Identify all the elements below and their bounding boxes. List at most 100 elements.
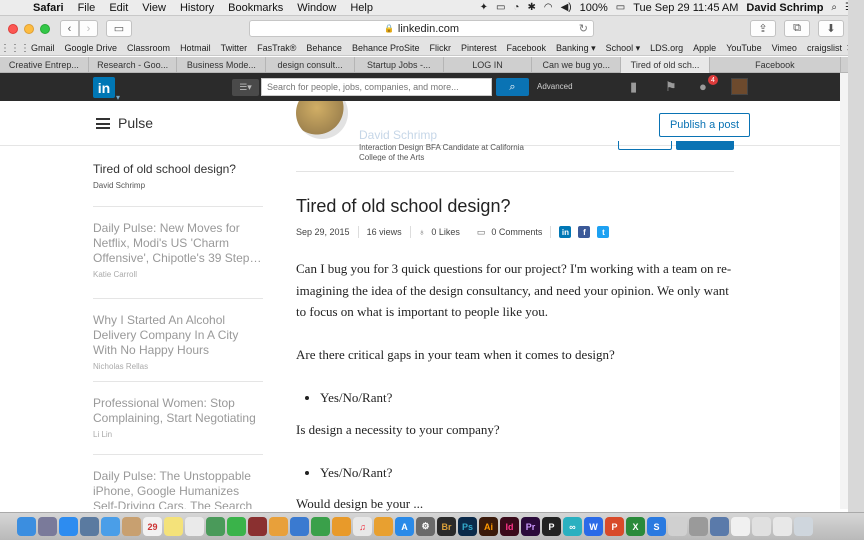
menu-user-name[interactable]: David Schrimp (746, 2, 823, 14)
bookmark-item[interactable]: Google Drive (60, 43, 123, 53)
forward-button[interactable]: › (79, 20, 98, 37)
contacts-icon[interactable] (122, 517, 141, 536)
illustrator-icon[interactable]: Ai (479, 517, 498, 536)
bookmark-item[interactable]: Flickr (424, 43, 456, 53)
bookmark-item[interactable]: Vimeo (767, 43, 802, 53)
finder-icon[interactable] (17, 517, 36, 536)
folder-stack-icon[interactable] (752, 517, 771, 536)
feed-item-title[interactable]: Tired of old school design? (93, 162, 263, 177)
bookmark-item[interactable]: YouTube (721, 43, 766, 53)
folder-stack-icon[interactable] (731, 517, 750, 536)
browser-tab[interactable]: Facebook (710, 57, 841, 73)
bookmark-item[interactable]: LDS.org (645, 43, 688, 53)
close-window-button[interactable] (8, 23, 18, 34)
dropbox-icon[interactable]: ✦ (480, 2, 488, 13)
author-name[interactable]: David Schrimp (359, 128, 437, 142)
excel-icon[interactable]: X (626, 517, 645, 536)
menu-help[interactable]: Help (343, 2, 380, 14)
like-icon[interactable]: ♁ (419, 227, 426, 237)
pulse-title[interactable]: Pulse (118, 115, 153, 131)
launchpad-icon[interactable] (38, 517, 57, 536)
notes-icon[interactable] (164, 517, 183, 536)
browser-tab[interactable]: design consult... (266, 57, 355, 73)
article-likes[interactable]: 0 Likes (431, 227, 460, 237)
bookmark-folder[interactable]: School ▾ (601, 43, 646, 54)
documents-stack-icon[interactable] (710, 517, 729, 536)
messages-app-icon[interactable] (101, 517, 120, 536)
bookmark-item[interactable]: Facebook (502, 43, 552, 53)
spotlight-icon[interactable]: ⌕ (831, 2, 837, 13)
publish-post-button[interactable]: Publish a post (659, 113, 750, 137)
safari-icon[interactable] (59, 517, 78, 536)
bookmark-item[interactable]: Behance ProSite (347, 43, 425, 53)
browser-tab-active[interactable]: Tired of old sch... (621, 57, 710, 73)
facetime-icon[interactable] (227, 517, 246, 536)
bookmark-item[interactable]: craigslist (802, 43, 847, 53)
folder-stack-icon[interactable] (773, 517, 792, 536)
bookmark-item[interactable]: Pinterest (456, 43, 502, 53)
system-preferences-icon[interactable]: ⚙ (416, 517, 435, 536)
pixate-icon[interactable]: P (542, 517, 561, 536)
premiere-icon[interactable]: Pr (521, 517, 540, 536)
messages-icon[interactable]: ▮ (630, 79, 637, 95)
facebook-share-icon[interactable]: f (578, 226, 591, 238)
bookmark-item[interactable]: FasTrak® (252, 43, 301, 53)
keynote-icon[interactable] (290, 517, 309, 536)
volume-icon[interactable]: ◀) (561, 2, 572, 13)
bluetooth-icon[interactable]: ✱ (527, 2, 535, 13)
downloads-button[interactable]: ⬇ (818, 20, 844, 37)
bookmark-item[interactable]: Hotmail (175, 43, 216, 53)
battery-icon[interactable]: ▭ (616, 2, 625, 13)
article-views[interactable]: 16 views (367, 227, 402, 237)
mail-icon[interactable] (80, 517, 99, 536)
author-photo[interactable] (296, 101, 348, 139)
follow-button[interactable] (676, 141, 734, 150)
airplay-icon[interactable]: ▭ (496, 2, 505, 13)
zoom-window-button[interactable] (40, 23, 50, 34)
menu-history[interactable]: History (173, 2, 221, 14)
menu-file[interactable]: File (71, 2, 103, 14)
browser-tab[interactable]: LOG IN (444, 57, 533, 73)
wifi-icon[interactable]: ◠ (544, 2, 553, 13)
linkedin-logo[interactable]: in (93, 77, 115, 98)
share-button[interactable]: ⇪ (750, 20, 776, 37)
feed-item-title[interactable]: Why I Started An Alcohol Delivery Compan… (93, 313, 263, 358)
time-machine-icon[interactable]: ◔ (513, 2, 519, 13)
feed-item-title[interactable]: Professional Women: Stop Complaining, St… (93, 396, 263, 426)
calendar-icon[interactable]: 29 (143, 517, 162, 536)
sketch-icon[interactable]: S (647, 517, 666, 536)
menu-bookmarks[interactable]: Bookmarks (221, 2, 290, 14)
arduino-icon[interactable]: ∞ (563, 517, 582, 536)
numbers-icon[interactable] (311, 517, 330, 536)
search-category-button[interactable]: ☰▾ (232, 79, 259, 96)
menu-window[interactable]: Window (290, 2, 343, 14)
menu-edit[interactable]: Edit (102, 2, 135, 14)
feed-item[interactable]: Daily Pulse: New Moves for Netflix, Modi… (93, 207, 263, 299)
comment-icon[interactable]: ▭ (477, 227, 486, 238)
feed-item[interactable]: Daily Pulse: The Unstoppable iPhone, Goo… (93, 455, 263, 509)
bridge-icon[interactable]: Br (437, 517, 456, 536)
show-tabs-button[interactable]: ⧉ (784, 20, 810, 37)
article-comments[interactable]: 0 Comments (491, 227, 542, 237)
app-store-icon[interactable]: A (395, 517, 414, 536)
minimize-window-button[interactable] (24, 23, 34, 34)
secondary-action-button[interactable] (618, 141, 672, 150)
twitter-share-icon[interactable]: t (597, 226, 610, 238)
add-connections-icon[interactable]: ● (699, 79, 707, 94)
bookmark-item[interactable]: Behance (301, 43, 347, 53)
photo-booth-icon[interactable] (248, 517, 267, 536)
top-sites-grid-icon[interactable]: ⋮⋮⋮ (0, 43, 30, 54)
browser-tab[interactable]: Creative Entrep... (0, 57, 89, 73)
menu-app-name[interactable]: Safari (26, 2, 71, 14)
feed-item-title[interactable]: Daily Pulse: The Unstoppable iPhone, Goo… (93, 469, 263, 509)
browser-tab[interactable]: Startup Jobs -... (355, 57, 444, 73)
reminders-icon[interactable] (185, 517, 204, 536)
sidebar-toggle-button[interactable]: ▭ (106, 20, 132, 37)
photos-icon[interactable] (269, 517, 288, 536)
back-button[interactable]: ‹ (60, 20, 79, 37)
powerpoint-icon[interactable]: P (605, 517, 624, 536)
browser-tab[interactable]: Can we bug yo... (532, 57, 622, 73)
maps-icon[interactable] (206, 517, 225, 536)
pages-icon[interactable] (332, 517, 351, 536)
bookmark-item[interactable]: Apple (688, 43, 721, 53)
